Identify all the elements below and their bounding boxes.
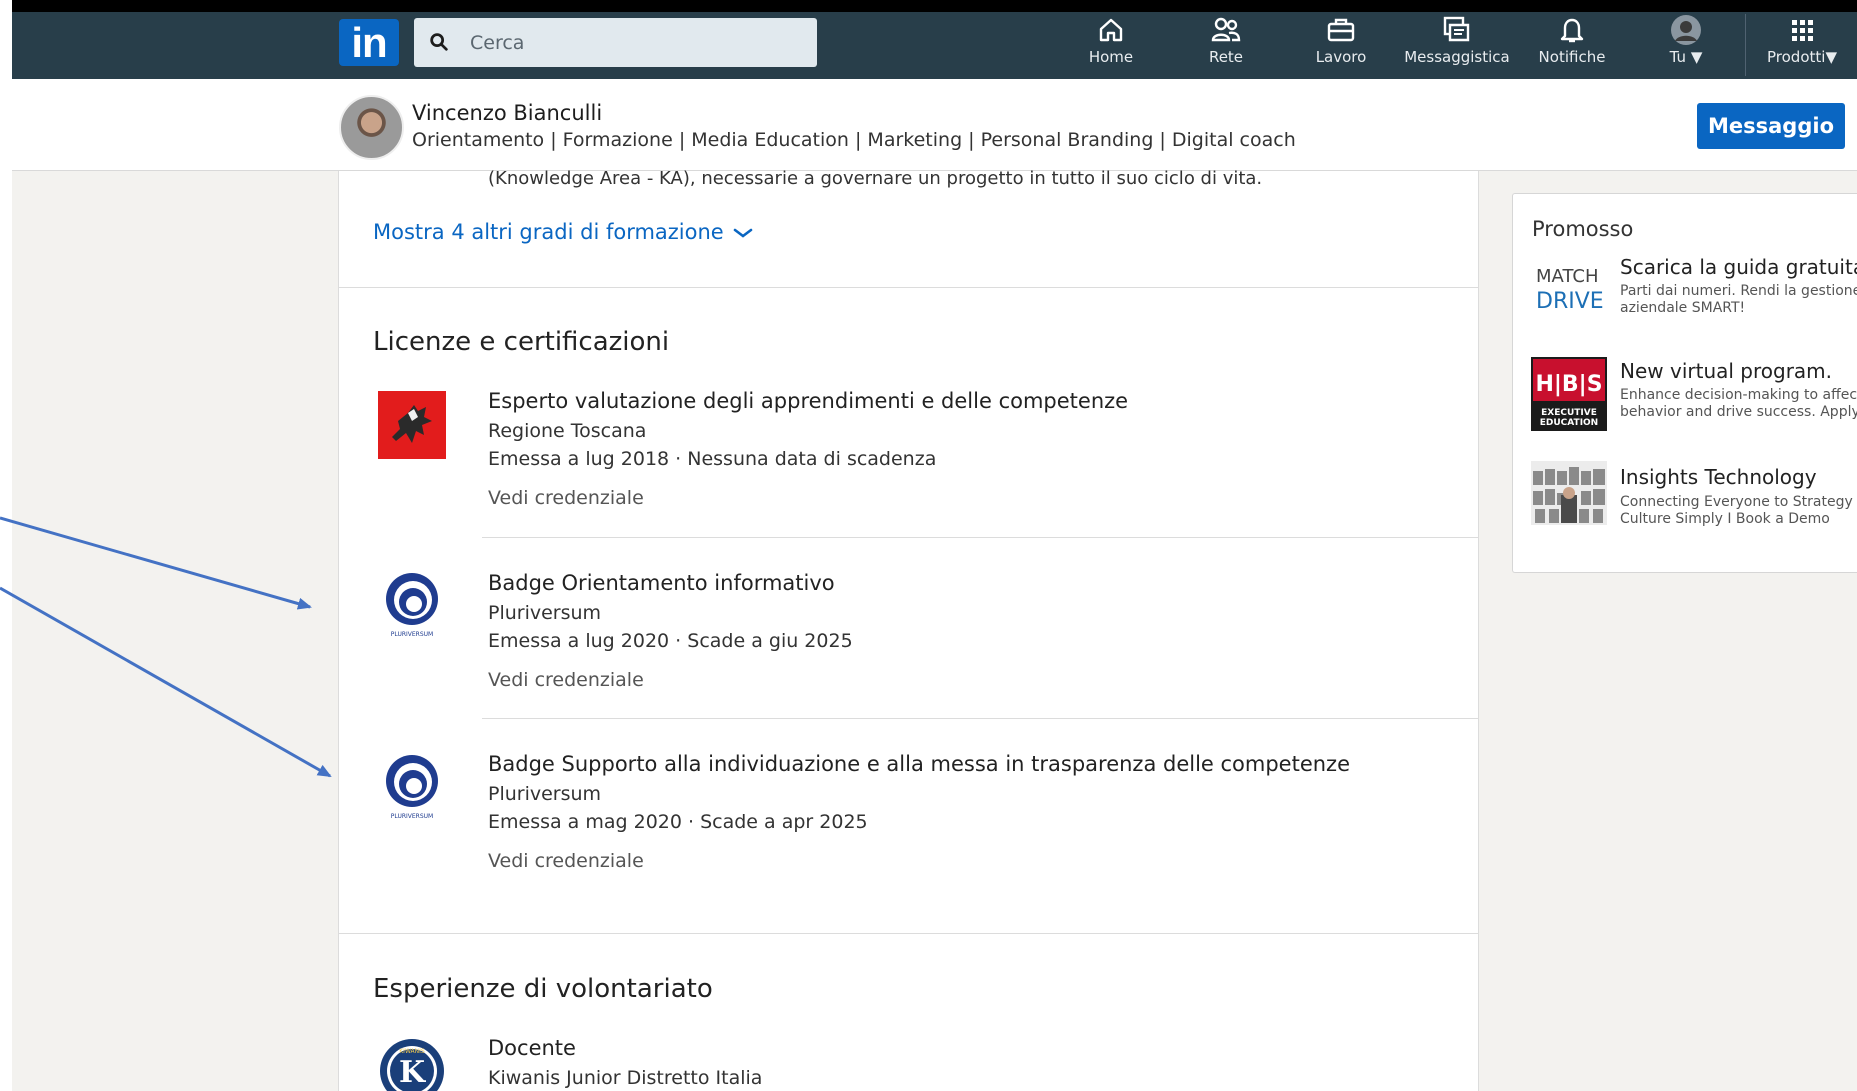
screen-left-edge — [0, 0, 12, 1091]
match-drive-logo[interactable]: MATCH DRIVE — [1532, 262, 1604, 314]
svg-text:MATCH: MATCH — [1536, 266, 1599, 287]
volunteer-role[interactable]: Docente — [488, 1036, 576, 1060]
education-description-text: (Knowledge Area - KA), necessarie a gove… — [488, 168, 1263, 189]
nav-products-label: Prodotti▼ — [1767, 48, 1837, 66]
ad-description: Connecting Everyone to Strategy andCultu… — [1620, 494, 1857, 527]
pluriversum-logo: PLURIVERSUM — [386, 573, 438, 638]
item-divider — [482, 718, 1479, 719]
chevron-down-icon — [733, 228, 753, 238]
profile-avatar[interactable] — [339, 95, 404, 160]
svg-text:EXECUTIVE: EXECUTIVE — [1541, 408, 1597, 418]
search-box[interactable] — [414, 18, 817, 67]
nav-messaging[interactable]: Messaggistica — [1402, 14, 1512, 76]
nav-divider — [1745, 14, 1746, 76]
regione-toscana-logo — [378, 391, 446, 459]
messaging-icon — [1443, 16, 1470, 42]
linkedin-logo[interactable]: in — [339, 19, 399, 66]
cert-title[interactable]: Esperto valutazione degli apprendimenti … — [488, 389, 1128, 413]
nav-messaging-label: Messaggistica — [1404, 48, 1510, 66]
svg-text:PLURIVERSUM: PLURIVERSUM — [391, 813, 433, 820]
view-credential-link[interactable]: Vedi credenziale — [488, 487, 644, 509]
view-credential-link[interactable]: Vedi credenziale — [488, 669, 644, 691]
nav-network-label: Rete — [1208, 48, 1244, 66]
cert-dates: Emessa a lug 2020 · Scade a giu 2025 — [488, 630, 853, 652]
nav-notifications-label: Notifiche — [1538, 48, 1606, 66]
nav-network[interactable]: Rete — [1196, 14, 1256, 76]
message-button[interactable]: Messaggio — [1697, 103, 1845, 149]
annotation-arrow — [0, 516, 312, 610]
cert-dates: Emessa a lug 2018 · Nessuna data di scad… — [488, 448, 937, 470]
ad-title[interactable]: Insights Technology — [1620, 465, 1817, 489]
nav-me-label: Tu ▼ — [1669, 48, 1703, 66]
pluriversum-logo: PLURIVERSUM — [386, 755, 438, 820]
annotation-arrow — [0, 586, 332, 778]
cert-issuer: Pluriversum — [488, 783, 602, 805]
cert-issuer: Regione Toscana — [488, 420, 647, 442]
item-divider — [482, 537, 1479, 538]
cert-title[interactable]: Badge Supporto alla individuazione e all… — [488, 752, 1350, 776]
home-icon — [1099, 18, 1123, 42]
nav-jobs-label: Lavoro — [1315, 48, 1367, 66]
svg-text:EDUCATION: EDUCATION — [1540, 418, 1598, 428]
svg-text:K: K — [399, 1055, 426, 1090]
svg-text:H|B|S: H|B|S — [1535, 372, 1602, 397]
show-more-education-link[interactable]: Mostra 4 altri gradi di formazione — [373, 220, 754, 244]
kiwanis-logo: K KIWANIS — [380, 1039, 444, 1091]
bell-icon — [1560, 18, 1584, 43]
ad-description: Parti dai numeri. Rendi la gestione azien… — [1620, 283, 1857, 316]
caret-down-icon: ▼ — [1825, 48, 1837, 66]
ad-description: Enhance decision-making to affect behavio… — [1620, 387, 1857, 420]
view-credential-link[interactable]: Vedi credenziale — [488, 850, 644, 872]
network-icon — [1211, 17, 1241, 42]
profile-sticky-header — [12, 79, 1857, 171]
cert-dates: Emessa a mag 2020 · Scade a apr 2025 — [488, 811, 868, 833]
ad-title[interactable]: New virtual program. — [1620, 359, 1832, 383]
profile-name: Vincenzo Bianculli — [412, 101, 603, 125]
profile-headline: Orientamento | Formazione | Media Educat… — [412, 129, 1296, 151]
ad-title[interactable]: Scarica la guida gratuita — [1620, 255, 1857, 279]
svg-text:KIWANIS: KIWANIS — [399, 1048, 425, 1055]
insights-technology-logo[interactable] — [1531, 461, 1607, 525]
nav-jobs[interactable]: Lavoro — [1311, 14, 1371, 76]
avatar-icon — [1671, 15, 1701, 45]
promoted-title: Promosso — [1532, 217, 1634, 241]
nav-home[interactable]: Home — [1081, 14, 1141, 76]
nav-me[interactable]: Tu ▼ — [1658, 14, 1714, 76]
search-input[interactable] — [454, 18, 804, 67]
licenses-section-title: Licenze e certificazioni — [373, 327, 670, 357]
hbs-logo[interactable]: H|B|S EXECUTIVE EDUCATION — [1531, 357, 1607, 431]
svg-text:PLURIVERSUM: PLURIVERSUM — [391, 631, 433, 638]
svg-text:DRIVE: DRIVE — [1536, 289, 1604, 314]
screen-top-edge — [0, 0, 1857, 12]
cert-issuer: Pluriversum — [488, 602, 602, 624]
briefcase-icon — [1327, 18, 1355, 42]
section-divider — [338, 287, 1479, 288]
caret-down-icon: ▼ — [1690, 48, 1703, 66]
grid-icon — [1792, 20, 1813, 41]
volunteer-organization: Kiwanis Junior Distretto Italia — [488, 1067, 763, 1089]
search-icon — [430, 33, 448, 51]
section-divider — [338, 933, 1479, 934]
nav-products[interactable]: Prodotti▼ — [1757, 14, 1847, 76]
nav-notifications[interactable]: Notifiche — [1534, 14, 1610, 76]
nav-home-label: Home — [1088, 48, 1134, 66]
volunteer-section-title: Esperienze di volontariato — [373, 974, 713, 1004]
cert-title[interactable]: Badge Orientamento informativo — [488, 571, 835, 595]
